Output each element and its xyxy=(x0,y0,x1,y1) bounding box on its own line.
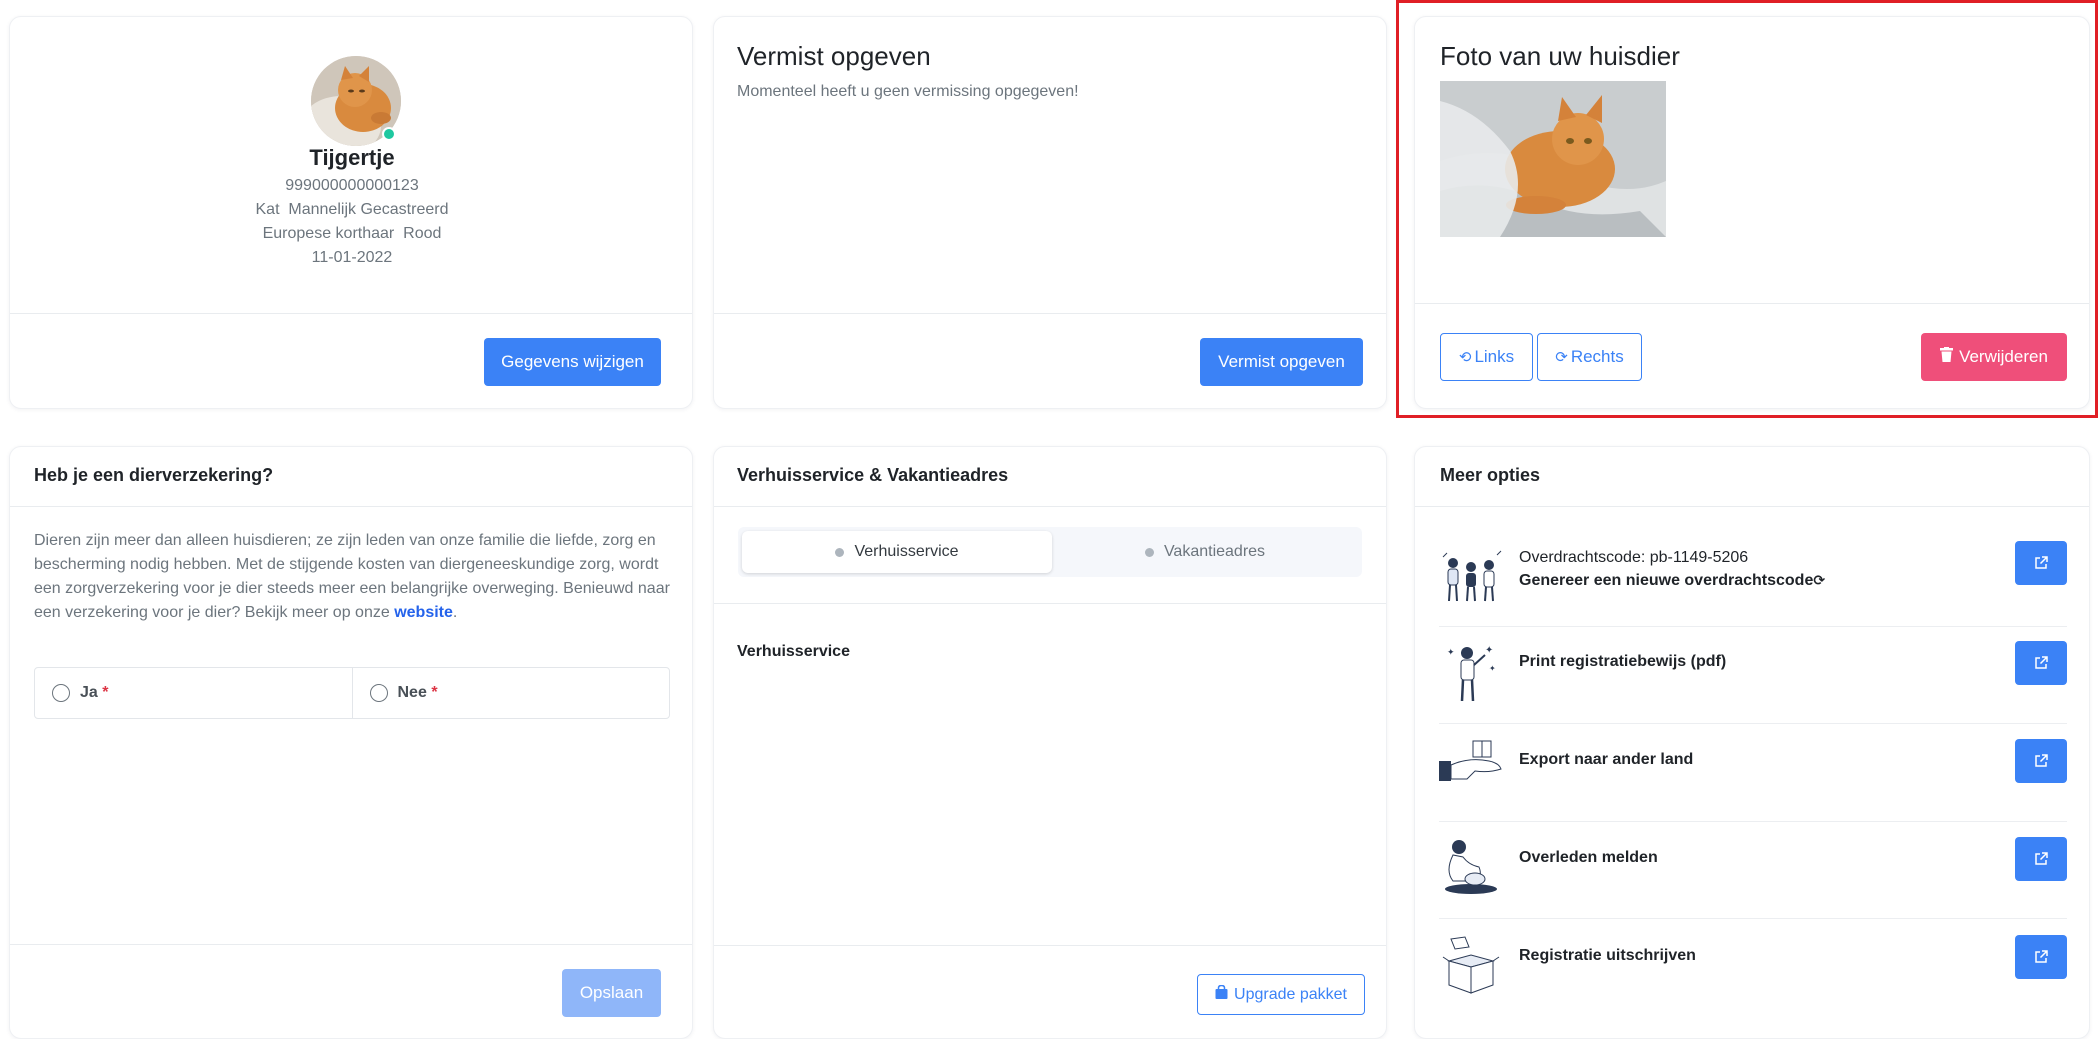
rotate-right-button[interactable]: ⟳ Rechts xyxy=(1537,333,1642,381)
moving-tabs: Verhuisservice Vakantieadres xyxy=(738,527,1362,577)
print-certificate-text: Print registratiebewijs (pdf) xyxy=(1519,653,1727,670)
external-link-icon xyxy=(2035,852,2048,865)
tabs-divider xyxy=(714,603,1386,604)
deregister-text: Registratie uitschrijven xyxy=(1519,947,1696,964)
generate-code-link[interactable]: Genereer een nieuwe overdrachtscode⟳ xyxy=(1519,572,1825,590)
tab-label: Vakantieadres xyxy=(1163,543,1266,560)
rotate-right-icon: ⟳ xyxy=(1555,349,1568,366)
tab-dot-icon xyxy=(1144,547,1154,557)
sitting-person-icon xyxy=(1439,837,1503,901)
deregister-open-button[interactable] xyxy=(2015,935,2067,979)
insurance-link-suffix: . xyxy=(452,604,458,621)
tab-dot-icon xyxy=(835,547,845,557)
insurance-body-text: Dieren zijn meer dan alleen huisdieren; … xyxy=(34,532,670,621)
export-country-open-button[interactable] xyxy=(2015,739,2067,783)
tab-verhuisservice[interactable]: Verhuisservice xyxy=(742,531,1052,573)
tab-label: Verhuisservice xyxy=(854,543,959,560)
transfer-code-text: Overdrachtscode: pb-1149-5206 xyxy=(1519,549,1749,566)
edit-details-button[interactable]: Gegevens wijzigen xyxy=(484,338,661,386)
rotate-right-label: Rechts xyxy=(1570,347,1624,366)
radio-yes-label: Ja * xyxy=(80,684,108,702)
shopping-bag-icon xyxy=(1215,984,1228,1004)
pet-chip-number: 999000000000123 xyxy=(285,177,419,194)
option-report-deceased: Overleden melden xyxy=(1439,837,2067,917)
insurance-card: Heb je een dierverzekering? Dieren zijn … xyxy=(9,446,693,1039)
moving-service-card: Verhuisservice & Vakantieadres Verhuisse… xyxy=(713,446,1387,1039)
refresh-icon: ⟳ xyxy=(1813,572,1826,588)
rotate-left-icon: ⟲ xyxy=(1458,349,1472,366)
options-title: Meer opties xyxy=(1440,465,1541,485)
required-mark: * xyxy=(431,684,438,701)
pet-profile-card: Tijgertje 999000000000123 Kat Mannelijk … xyxy=(9,16,693,409)
report-deceased-text: Overleden melden xyxy=(1519,849,1658,866)
tab-vakantieadres[interactable]: Vakantieadres xyxy=(1052,531,1358,573)
external-link-icon xyxy=(2035,656,2048,669)
radio-no-label: Nee * xyxy=(398,684,438,702)
pet-photo-card: Foto van uw huisdier ⟲ Links ⟳ Rechts Ve… xyxy=(1414,16,2090,409)
card-header-divider xyxy=(1415,506,2089,507)
print-certificate-open-button[interactable] xyxy=(2015,641,2067,685)
delete-label: Verwijderen xyxy=(1959,347,2048,366)
missing-card: Vermist opgeven Momenteel heeft u geen v… xyxy=(713,16,1387,409)
upgrade-label: Upgrade pakket xyxy=(1234,985,1347,1003)
option-print-certificate: ✦ ✦ ✦ Print registratiebewijs (pdf) xyxy=(1439,641,2067,721)
external-link-icon xyxy=(2035,754,2048,767)
transfer-code-open-button[interactable] xyxy=(2015,541,2067,585)
people-group-icon xyxy=(1439,549,1503,613)
radio-yes-text: Ja xyxy=(80,684,98,701)
option-divider xyxy=(1439,918,2067,919)
pet-species-line: Kat Mannelijk Gecastreerd xyxy=(255,201,449,218)
option-divider xyxy=(1439,821,2067,822)
svg-text:✦: ✦ xyxy=(1485,645,1493,656)
report-missing-button[interactable]: Vermist opgeven xyxy=(1200,338,1363,386)
open-box-icon xyxy=(1439,935,1503,999)
insurance-radio-group: Ja * Nee * xyxy=(34,667,670,719)
svg-text:✦: ✦ xyxy=(1489,664,1496,673)
hand-box-icon xyxy=(1439,739,1503,803)
radio-no-circle[interactable] xyxy=(369,684,388,702)
rotate-left-button[interactable]: ⟲ Links xyxy=(1440,333,1533,381)
more-options-card: Meer opties Overdrachtscode: pb-1149-520… xyxy=(1414,446,2090,1039)
website-link[interactable]: website xyxy=(394,604,453,621)
photo-title: Foto van uw huisdier xyxy=(1440,41,1680,71)
save-button[interactable]: Opslaan xyxy=(562,969,661,1017)
svg-text:✦: ✦ xyxy=(1447,647,1455,657)
person-stars-icon: ✦ ✦ ✦ xyxy=(1439,641,1503,705)
rotate-left-label: Links xyxy=(1474,347,1515,366)
pet-birthdate: 11-01-2022 xyxy=(311,249,393,266)
missing-title: Vermist opgeven xyxy=(737,41,931,71)
upgrade-package-button[interactable]: Upgrade pakket xyxy=(1197,974,1365,1015)
pet-breed-line: Europese korthaar Rood xyxy=(262,225,442,242)
trash-icon xyxy=(1940,347,1954,367)
pet-photo xyxy=(1440,81,1666,237)
radio-no-text: Nee xyxy=(397,684,427,701)
external-link-icon xyxy=(2035,950,2048,963)
option-transfer-code: Overdrachtscode: pb-1149-5206 Genereer e… xyxy=(1439,541,2067,621)
option-divider xyxy=(1439,723,2067,724)
option-export-country: Export naar ander land xyxy=(1439,739,2067,819)
card-header-divider xyxy=(10,506,692,507)
required-mark: * xyxy=(102,684,109,701)
radio-no[interactable]: Nee * xyxy=(351,668,670,718)
export-country-text: Export naar ander land xyxy=(1519,751,1694,768)
delete-photo-button[interactable]: Verwijderen xyxy=(1921,333,2067,381)
radio-yes-circle[interactable] xyxy=(52,684,70,702)
external-link-icon xyxy=(2035,556,2048,569)
option-divider xyxy=(1439,626,2067,627)
insurance-title: Heb je een dierverzekering? xyxy=(34,465,274,485)
generate-code-label: Genereer een nieuwe overdrachtscode xyxy=(1519,572,1814,589)
section-title: Verhuisservice xyxy=(737,643,850,660)
pet-name: Tijgertje xyxy=(309,145,395,170)
moving-title: Verhuisservice & Vakantieadres xyxy=(737,465,1009,485)
option-deregister: Registratie uitschrijven xyxy=(1439,935,2067,1015)
missing-message: Momenteel heeft u geen vermissing opgege… xyxy=(737,83,1079,100)
card-header-divider xyxy=(714,506,1386,507)
radio-yes[interactable]: Ja * xyxy=(35,668,352,718)
online-status-dot xyxy=(382,127,396,141)
report-deceased-open-button[interactable] xyxy=(2015,837,2067,881)
insurance-body: Dieren zijn meer dan alleen huisdieren; … xyxy=(34,529,670,625)
